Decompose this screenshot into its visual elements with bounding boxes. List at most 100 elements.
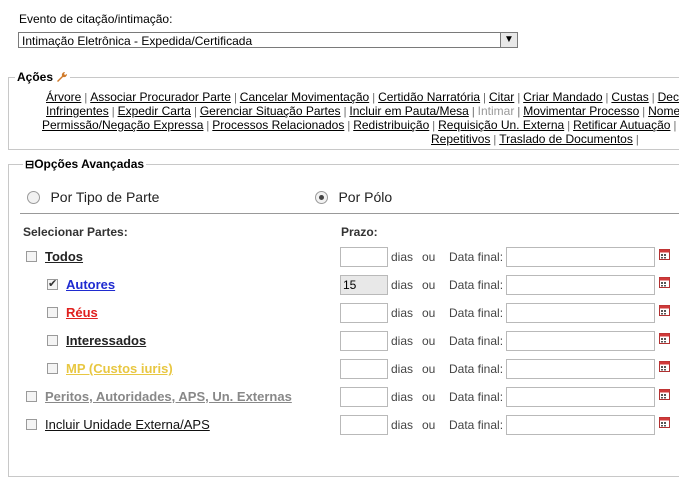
data-final-input[interactable] [506,359,655,379]
party-label[interactable]: Interessados [66,333,146,348]
party-label[interactable]: Autores [66,277,115,292]
acao-link[interactable]: Gerenciar Situação Partes [200,104,341,118]
acao-link[interactable]: Movimentar Processo [523,104,639,118]
acao-link[interactable]: Incluir em Pauta/Mesa [349,104,468,118]
data-final-input[interactable] [506,275,655,295]
prazo-dias-input[interactable] [340,387,388,407]
acao-link[interactable]: Repetitivos [431,132,490,146]
ou-label: ou [422,390,436,404]
calendar-icon[interactable] [659,332,670,344]
acao-separator: | [84,92,88,104]
data-final-label: Data final: [449,306,504,320]
acao-link[interactable]: Infringentes [46,104,109,118]
dias-label: dias [391,390,414,404]
acao-link[interactable]: Requisição Un. Externa [438,118,564,132]
acao-link[interactable]: Associar Procurador Parte [90,90,231,104]
dias-label: dias [391,362,414,376]
opcoes-legend[interactable]: ⊟Opções Avançadas [23,157,146,171]
party-label[interactable]: MP (Custos iuris) [66,361,173,376]
party-checkbox[interactable] [26,251,37,262]
acoes-legend: Ações [15,70,70,84]
data-final-input[interactable] [506,415,655,435]
party-label[interactable]: Réus [66,305,98,320]
divider [20,213,679,214]
acao-separator: | [651,92,655,104]
prazo-dias-input[interactable] [340,303,388,323]
acao-separator: | [432,120,436,132]
calendar-icon[interactable] [659,388,670,400]
acao-separator: | [471,106,475,118]
radio-por-polo-circle[interactable] [315,191,328,205]
acoes-row-4: Repetitivos | Traslado de Documentos | [431,132,642,147]
acao-separator: | [673,120,677,132]
calendar-icon[interactable] [659,416,670,428]
acao-separator: | [642,106,646,118]
collapse-toggle-icon[interactable]: ⊟ [25,159,34,171]
data-final-label: Data final: [449,278,504,292]
acao-link[interactable]: Nome [648,104,679,118]
acoes-row-3: Permissão/Negação Expressa | Processos Rel… [42,118,679,133]
calendar-icon[interactable] [659,304,670,316]
ou-label: ou [422,278,436,292]
dias-label: dias [391,278,414,292]
evento-select[interactable]: Intimação Eletrônica - Expedida/Certific… [18,32,518,48]
radio-por-polo[interactable]: Por Pólo [315,189,392,207]
party-checkbox[interactable] [47,307,58,318]
chevron-down-icon[interactable]: ▼ [500,33,517,47]
acao-separator: | [193,106,197,118]
acao-separator: | [111,106,115,118]
selecionar-partes-header: Selecionar Partes: [23,225,128,239]
acao-link[interactable]: Permissão/Negação Expressa [42,118,203,132]
data-final-label: Data final: [449,418,504,432]
dias-label: dias [391,334,414,348]
acao-separator: | [517,92,521,104]
radio-por-tipo[interactable]: Por Tipo de Parte [27,189,159,207]
acao-link[interactable]: Expedir Carta [118,104,191,118]
radio-por-tipo-circle[interactable] [27,191,40,205]
acao-separator: | [635,134,639,146]
wrench-icon [57,71,68,82]
acao-link[interactable]: Processos Relacionados [212,118,344,132]
acoes-legend-text: Ações [17,70,54,84]
data-final-input[interactable] [506,247,655,267]
prazo-dias-input[interactable] [340,331,388,351]
party-label[interactable]: Todos [45,249,83,264]
acao-link[interactable]: Traslado de Documentos [499,132,633,146]
party-checkbox[interactable] [26,419,37,430]
data-final-label: Data final: [449,334,504,348]
acao-link[interactable]: Custas [611,90,648,104]
ou-label: ou [422,362,436,376]
data-final-input[interactable] [506,331,655,351]
acao-link[interactable]: Decli [658,90,679,104]
acao-link[interactable]: Intimar [478,104,515,118]
ou-label: ou [422,418,436,432]
party-checkbox[interactable] [47,363,58,374]
data-final-input[interactable] [506,387,655,407]
data-final-input[interactable] [506,303,655,323]
acao-link[interactable]: Certidão Narratória [378,90,480,104]
acao-link[interactable]: Retificar Autuação [573,118,670,132]
party-label[interactable]: Peritos, Autoridades, APS, Un. Externas [45,389,292,404]
calendar-icon[interactable] [659,248,670,260]
radio-por-tipo-label: Por Tipo de Parte [50,189,160,205]
prazo-dias-input[interactable] [340,247,388,267]
calendar-icon[interactable] [659,360,670,372]
acao-separator: | [517,106,521,118]
data-final-label: Data final: [449,390,504,404]
party-checkbox[interactable] [47,335,58,346]
evento-label: Evento de citação/intimação: [19,12,173,26]
acao-link[interactable]: Árvore [46,90,81,104]
acao-link[interactable]: Citar [489,90,514,104]
acoes-row-1: Árvore | Associar Procurador Parte | Cancela… [46,90,679,105]
prazo-dias-input[interactable]: 15 [340,275,388,295]
acao-link[interactable]: Cancelar Movimentação [240,90,369,104]
prazo-dias-input[interactable] [340,359,388,379]
calendar-icon[interactable] [659,276,670,288]
party-label[interactable]: Incluir Unidade Externa/APS [45,417,210,432]
party-checkbox[interactable] [47,277,58,290]
acao-separator: | [493,134,497,146]
prazo-dias-input[interactable] [340,415,388,435]
acao-link[interactable]: Criar Mandado [523,90,602,104]
acao-link[interactable]: Redistribuição [353,118,429,132]
party-checkbox[interactable] [26,391,37,402]
